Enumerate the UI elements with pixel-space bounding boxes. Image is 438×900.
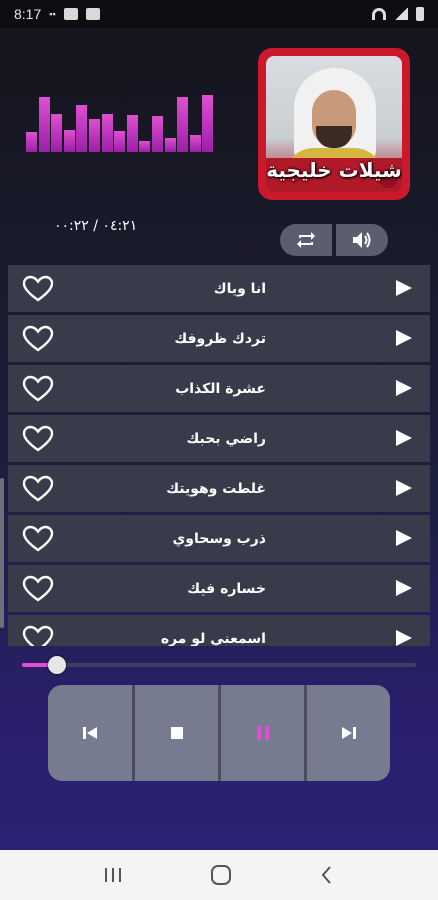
status-time: 8:17: [14, 6, 42, 22]
song-title: ذرب وسحاوي: [172, 530, 266, 547]
heart-icon[interactable]: [22, 625, 54, 646]
pause-icon: [256, 726, 269, 740]
play-icon[interactable]: [396, 280, 412, 296]
equalizer-bar: [126, 114, 138, 152]
album-title: شيلات خليجية: [266, 158, 402, 182]
play-icon[interactable]: [396, 630, 412, 646]
play-icon[interactable]: [396, 330, 412, 346]
stop-icon: [170, 727, 183, 739]
previous-icon: [82, 727, 97, 739]
song-row[interactable]: عشرة الكذاب: [8, 365, 430, 412]
song-title: انا وياك: [213, 280, 266, 297]
wifi-icon: [372, 8, 386, 20]
song-title: عشرة الكذاب: [175, 380, 266, 397]
song-row[interactable]: اسمعني لو مره: [8, 615, 430, 646]
seek-thumb[interactable]: [48, 656, 67, 674]
play-icon[interactable]: [396, 380, 412, 396]
repeat-icon: [297, 232, 315, 248]
play-icon[interactable]: [396, 580, 412, 596]
volume-icon: [353, 232, 371, 248]
repeat-button[interactable]: [280, 224, 332, 256]
song-title: تردك ظروفك: [174, 330, 266, 347]
pause-button[interactable]: [221, 685, 304, 781]
stop-button[interactable]: [135, 685, 218, 781]
song-row[interactable]: خساره فيك: [8, 565, 430, 612]
signal-icon: [394, 8, 408, 20]
song-title: اسمعني لو مره: [160, 630, 266, 647]
album-art: شيلات خليجية: [266, 56, 402, 192]
song-title: غلطت وهويتك: [166, 480, 266, 497]
heart-icon[interactable]: [22, 575, 54, 603]
heart-icon[interactable]: [22, 525, 54, 553]
song-row[interactable]: راضي بحبك: [8, 415, 430, 462]
home-icon[interactable]: [210, 864, 232, 886]
heart-icon[interactable]: [22, 425, 54, 453]
equalizer-bar: [202, 94, 214, 152]
album-cover: شيلات خليجية: [258, 48, 410, 200]
volume-button[interactable]: [336, 224, 388, 256]
scroll-indicator[interactable]: [0, 478, 4, 628]
next-button[interactable]: [307, 685, 390, 781]
recent-apps-icon[interactable]: [103, 866, 123, 884]
heart-icon[interactable]: [22, 375, 54, 403]
system-nav-bar: [0, 850, 438, 900]
heart-icon[interactable]: [22, 325, 54, 353]
equalizer-visualizer: [26, 90, 214, 152]
equalizer-bar: [139, 140, 151, 152]
gallery-icon: [85, 8, 100, 20]
equalizer-bar: [89, 118, 100, 152]
heart-icon[interactable]: [22, 275, 54, 303]
back-icon[interactable]: [319, 865, 335, 885]
equalizer-bar: [177, 97, 189, 152]
battery-icon: [416, 7, 424, 21]
equalizer-bar: [114, 130, 126, 152]
heart-icon[interactable]: [22, 475, 54, 503]
player-controls: [48, 685, 390, 781]
equalizer-bar: [164, 138, 176, 152]
song-row[interactable]: ذرب وسحاوي: [8, 515, 430, 562]
song-title: راضي بحبك: [186, 430, 266, 447]
next-icon: [341, 727, 356, 739]
time-display: ٠٤:٢١ / ٠٠:٢٢: [54, 218, 138, 234]
play-icon[interactable]: [396, 530, 412, 546]
play-icon[interactable]: [396, 480, 412, 496]
song-title: خساره فيك: [187, 580, 266, 597]
seek-track[interactable]: [22, 663, 416, 667]
song-list[interactable]: انا وياك تردك ظروفك عشرة الكذاب راضي بحبك غل…: [8, 265, 430, 646]
equalizer-bar: [63, 129, 75, 152]
equalizer-bar: [26, 132, 37, 152]
song-row[interactable]: تردك ظروفك: [8, 315, 430, 362]
equalizer-bar: [152, 116, 163, 152]
equalizer-bar: [101, 113, 113, 152]
equalizer-bar: [51, 113, 63, 152]
image-icon: [63, 8, 78, 20]
status-bar: 8:17 ▪▪: [0, 0, 438, 28]
previous-button[interactable]: [48, 685, 131, 781]
notification-icon: ▪▪: [49, 9, 56, 19]
song-row[interactable]: غلطت وهويتك: [8, 465, 430, 512]
equalizer-bar: [189, 134, 201, 152]
song-row[interactable]: انا وياك: [8, 265, 430, 312]
equalizer-bar: [76, 104, 88, 152]
play-icon[interactable]: [396, 430, 412, 446]
equalizer-bar: [38, 97, 50, 152]
